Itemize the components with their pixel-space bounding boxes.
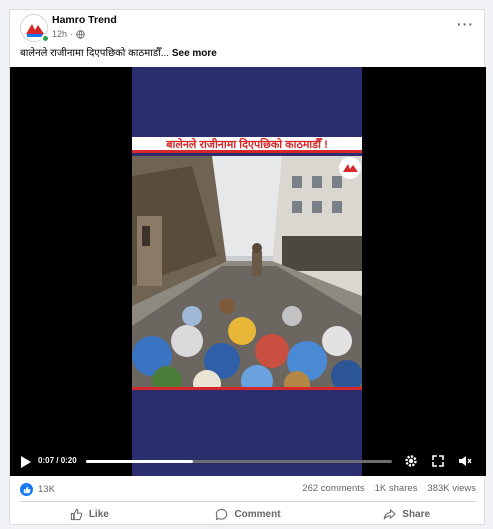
video-title-text: बालेनले राजीनामा दिएपछिको काठमाडौँ ! xyxy=(166,139,328,151)
public-globe-icon xyxy=(76,29,85,39)
time-separator: / xyxy=(54,456,61,465)
comment-button[interactable]: Comment xyxy=(169,502,328,526)
online-status-dot xyxy=(41,34,50,43)
meta-separator: · xyxy=(70,29,74,39)
comment-bubble-icon xyxy=(216,508,228,520)
duration: 0:20 xyxy=(60,456,77,465)
post-caption: बालेनले राजीनामा दिएपछिको काठमाडौँ... Se… xyxy=(20,45,217,59)
page-name[interactable]: Hamro Trend xyxy=(52,14,117,26)
more-options-icon[interactable]: ··· xyxy=(457,16,474,32)
settings-gear-icon[interactable] xyxy=(404,454,418,468)
street-garbage-image xyxy=(132,156,362,388)
post-card: Hamro Trend 12h · ··· बालेनले राजीनामा द… xyxy=(9,9,486,526)
caption-text: बालेनले राजीनामा दिएपछिको काठमाडौँ... xyxy=(20,48,170,59)
video-time: 0:07 / 0:20 xyxy=(38,456,77,465)
reactions-summary[interactable]: 13K xyxy=(20,483,55,496)
post-header: Hamro Trend 12h · ··· xyxy=(10,10,484,50)
shares-count[interactable]: 1K shares xyxy=(375,483,418,494)
video-controls: 0:07 / 0:20 xyxy=(10,446,486,476)
post-meta: 12h · xyxy=(52,29,85,39)
fullscreen-icon[interactable] xyxy=(431,454,445,468)
stat-counts: 262 comments 1K shares 383K views xyxy=(302,483,476,494)
like-button[interactable]: Like xyxy=(10,502,169,526)
thumbs-up-icon xyxy=(70,508,83,520)
post-time[interactable]: 12h xyxy=(52,29,67,39)
play-icon[interactable] xyxy=(20,456,31,468)
video-title-band: बालेनले राजीनामा दिएपछिको काठमाडौँ ! xyxy=(132,137,362,153)
like-label: Like xyxy=(88,508,109,520)
video-player[interactable]: बालेनले राजीनामा दिएपछिको काठमाडौँ ! 0:0… xyxy=(10,67,486,476)
post-actions: Like Comment Share xyxy=(10,502,486,526)
share-label: Share xyxy=(402,508,431,520)
share-arrow-icon xyxy=(383,508,396,519)
current-time: 0:07 xyxy=(38,456,55,465)
video-red-divider xyxy=(132,387,362,390)
engagement-stats: 13K 262 comments 1K shares 383K views xyxy=(10,480,486,500)
video-frame: बालेनले राजीनामा दिएपछिको काठमाडौँ ! xyxy=(132,67,362,476)
mute-volume-icon[interactable] xyxy=(458,454,472,468)
views-count: 383K views xyxy=(427,483,476,494)
share-button[interactable]: Share xyxy=(327,502,486,526)
like-reaction-icon xyxy=(20,483,33,496)
progress-fill xyxy=(86,460,194,463)
see-more-link[interactable]: See more xyxy=(172,48,217,59)
comments-count[interactable]: 262 comments xyxy=(302,483,364,494)
reaction-count: 13K xyxy=(38,484,55,495)
progress-bar[interactable] xyxy=(86,460,392,463)
comment-label: Comment xyxy=(234,508,281,520)
